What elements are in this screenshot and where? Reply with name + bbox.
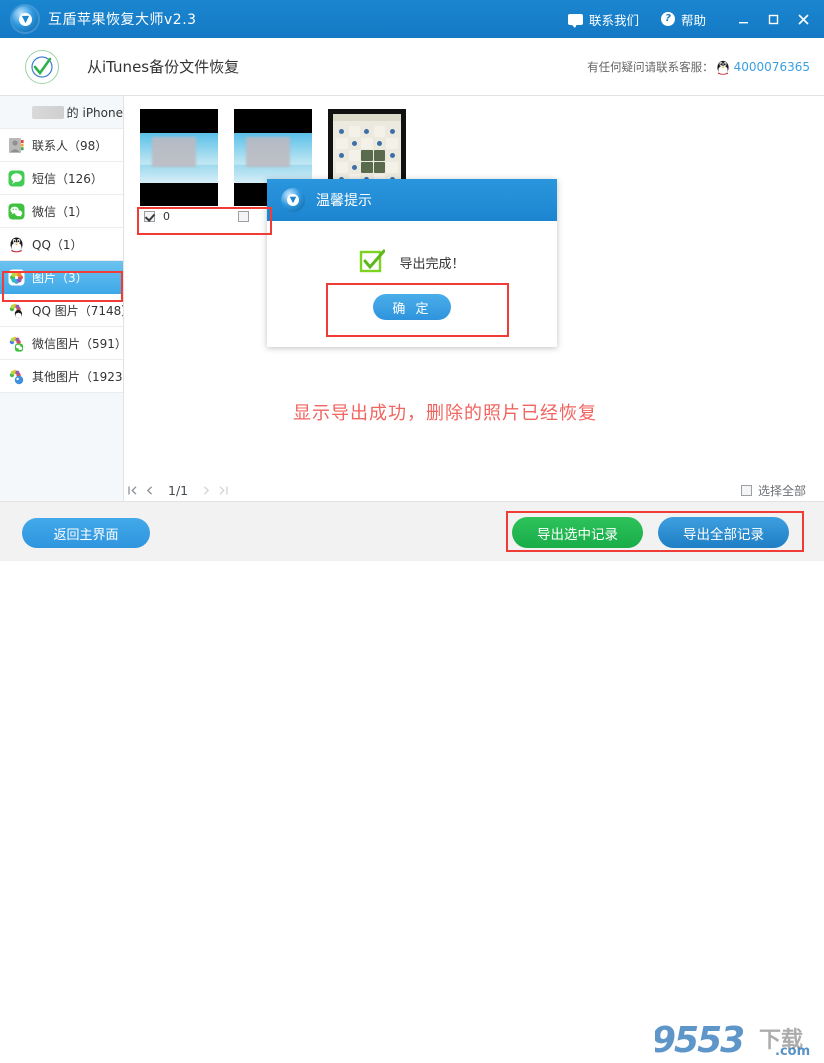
title-bar: 互盾苹果恢复大师v2.3 联系我们 ? 帮助 — [0, 0, 824, 38]
select-all-label: 选择全部 — [757, 483, 806, 498]
qq-penguin-icon — [716, 59, 730, 75]
minimize-icon[interactable] — [728, 0, 758, 38]
contacts-icon — [8, 137, 25, 154]
dialog-header: 温馨提示 — [267, 179, 557, 221]
sidebar-empty-area — [0, 393, 123, 501]
sidebar-item-wechat-photos[interactable]: 微信图片（591） — [0, 327, 123, 360]
sidebar-label: QQ（1） — [32, 237, 83, 252]
sms-icon — [8, 170, 25, 187]
device-name-masked — [32, 105, 64, 119]
watermark-digits: 9553 — [655, 1020, 745, 1061]
sidebar-label: 其他图片（1923） — [32, 369, 123, 384]
thumbnail-checkbox[interactable] — [238, 210, 249, 222]
dialog-message: 导出完成！ — [399, 256, 465, 272]
thumbnail-checkbox[interactable] — [144, 210, 155, 222]
first-page-icon[interactable] — [124, 485, 141, 496]
sidebar-item-wechat[interactable]: 微信（1） — [0, 195, 123, 228]
last-page-icon[interactable] — [215, 485, 232, 496]
sidebar-label: QQ 图片（7148） — [32, 303, 124, 318]
sidebar-label: 微信（1） — [32, 204, 88, 219]
next-page-icon[interactable] — [198, 485, 215, 496]
thumbnail-meta: 0 — [140, 206, 218, 226]
export-complete-dialog: 温馨提示 导出完成！ 确 定 — [267, 179, 557, 347]
site-watermark: 9553 下载 .com — [655, 1018, 824, 1063]
service-phone[interactable]: 4000076365 — [734, 60, 810, 74]
contact-us-label: 联系我们 — [588, 12, 639, 28]
title-bar-actions: 联系我们 ? 帮助 — [567, 0, 824, 38]
select-all-control[interactable]: 选择全部 — [740, 482, 806, 499]
device-iphone-icon — [8, 104, 25, 121]
thumbnail-item[interactable]: 0 — [140, 109, 218, 226]
thumbnail-name: 0 — [163, 209, 170, 223]
page-title: 从iTunes备份文件恢复 — [87, 58, 240, 76]
qq-photos-icon — [8, 302, 25, 319]
back-to-main-button[interactable]: 返回主界面 — [22, 518, 150, 548]
shield-logo-icon — [12, 6, 38, 32]
service-label: 有任何疑问请联系客服： — [587, 59, 714, 74]
export-selected-button[interactable]: 导出选中记录 — [512, 517, 643, 548]
sidebar-item-device[interactable]: 的 iPhone — [0, 96, 123, 129]
sidebar-item-photos[interactable]: 图片（3） — [0, 261, 123, 294]
thumbnail-image[interactable] — [140, 109, 218, 206]
contact-us-button[interactable]: 联系我们 — [567, 10, 639, 29]
window-controls — [728, 0, 818, 38]
sidebar-label: 图片（3） — [32, 270, 88, 285]
other-photos-icon — [8, 368, 25, 385]
help-label: 帮助 — [680, 12, 706, 28]
pagination-bar: 1/1 选择全部 — [124, 478, 824, 502]
photos-icon — [8, 269, 25, 286]
customer-service-info: 有任何疑问请联系客服： 4000076365 — [587, 59, 810, 75]
sidebar-item-qq-photos[interactable]: QQ 图片（7148） — [0, 294, 123, 327]
sidebar-item-other-photos[interactable]: 其他图片（1923） — [0, 360, 123, 393]
export-all-button[interactable]: 导出全部记录 — [658, 517, 789, 548]
watermark-cn: 下载 — [759, 1028, 804, 1053]
sidebar-item-contacts[interactable]: 联系人（98） — [0, 129, 123, 162]
green-check-box-icon — [359, 249, 386, 275]
wechat-photos-icon — [8, 335, 25, 352]
app-title: 互盾苹果恢复大师v2.3 — [48, 12, 197, 28]
page-header: 从iTunes备份文件恢复 有任何疑问请联系客服： 4000076365 — [0, 38, 824, 96]
sidebar-item-qq[interactable]: QQ（1） — [0, 228, 123, 261]
sidebar: 的 iPhone 联系人（98） 短信（126） 微信（1） QQ（1） 图片（… — [0, 96, 124, 501]
sidebar-label: 微信图片（591） — [32, 336, 124, 351]
prev-page-icon[interactable] — [141, 485, 158, 496]
footer-bar: 返回主界面 导出选中记录 导出全部记录 9553 下载 .com — [0, 501, 824, 1061]
close-icon[interactable] — [788, 0, 818, 38]
wechat-icon — [8, 203, 25, 220]
help-button[interactable]: ? 帮助 — [660, 10, 706, 29]
qq-icon — [8, 236, 25, 253]
confirm-button[interactable]: 确 定 — [373, 294, 451, 320]
green-check-circle-icon — [25, 49, 59, 84]
application-window: 互盾苹果恢复大师v2.3 联系我们 ? 帮助 从iTunes备份文件恢复 有任何… — [0, 0, 824, 1061]
shield-logo-icon — [281, 188, 305, 212]
maximize-icon[interactable] — [758, 0, 788, 38]
watermark-suffix: .com — [775, 1044, 811, 1059]
dialog-body: 导出完成！ 确 定 — [267, 221, 557, 347]
select-all-checkbox[interactable] — [740, 484, 752, 496]
sidebar-label: 短信（126） — [32, 171, 103, 186]
page-indicator: 1/1 — [168, 482, 189, 498]
sidebar-item-sms[interactable]: 短信（126） — [0, 162, 123, 195]
sidebar-label: 联系人（98） — [32, 138, 108, 153]
annotation-text: 显示导出成功，删除的照片已经恢复 — [293, 403, 597, 424]
dialog-title: 温馨提示 — [316, 193, 372, 209]
device-label: 的 iPhone — [66, 105, 123, 120]
chat-bubble-icon — [567, 13, 583, 28]
question-circle-icon: ? — [660, 12, 675, 26]
